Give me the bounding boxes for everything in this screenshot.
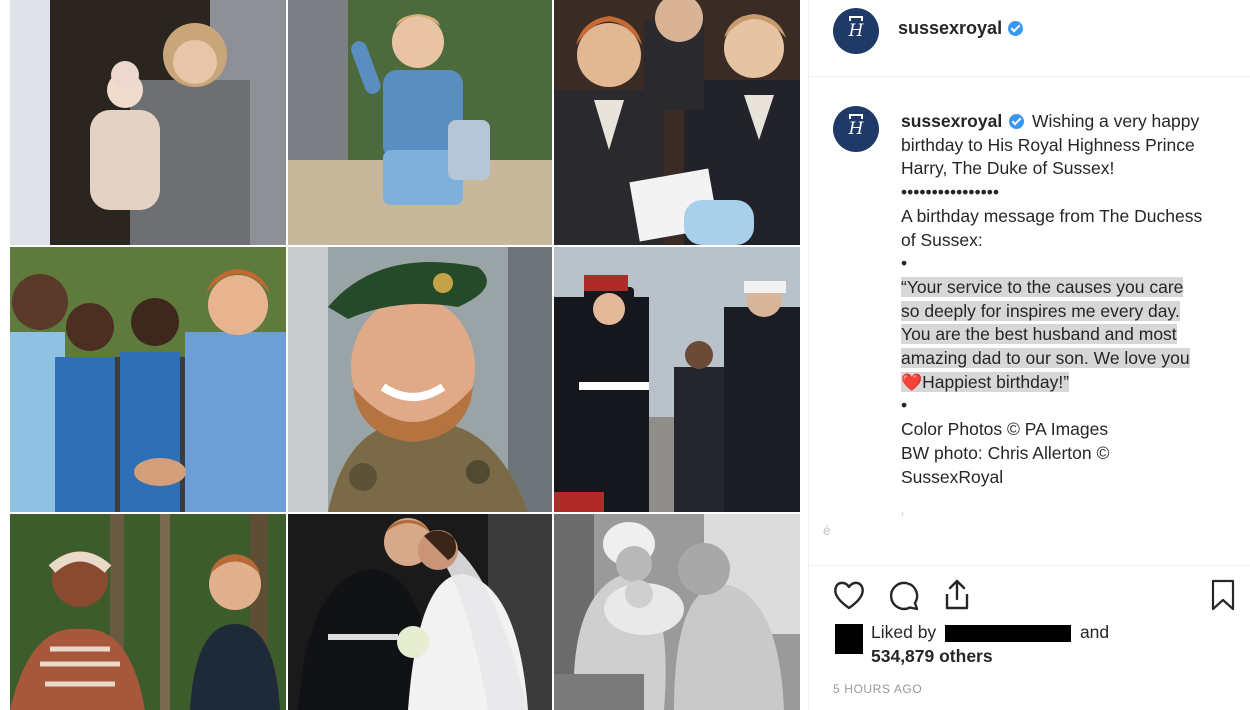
profile-avatar[interactable]: H (833, 8, 879, 54)
photo-wedding-kiss[interactable] (288, 514, 552, 710)
share-button[interactable] (939, 577, 975, 613)
comment-icon (889, 581, 919, 611)
share-icon (945, 579, 969, 610)
caption-line: birthday to His Royal Highness Prince (901, 134, 1195, 155)
caption-line: A birthday message from The Duchess (901, 205, 1203, 226)
photo-bw-family-baby[interactable] (554, 514, 800, 710)
caption-line: Wishing a very happy (1031, 111, 1200, 131)
post-timestamp[interactable]: 5 HOURS AGO (833, 682, 922, 696)
caption-bullet: • (901, 395, 908, 416)
caption-line: Harry, The Duke of Sussex! (901, 158, 1115, 179)
actions-divider (809, 565, 1250, 566)
quote-line: You are the best husband and most (901, 324, 1177, 345)
comment-button[interactable] (885, 577, 921, 613)
post-caption: sussexroyal Wishing a very happy birthda… (901, 110, 1246, 489)
caption-avatar[interactable]: H (833, 106, 879, 152)
post-actions-bar (829, 577, 1241, 613)
quote-line: “Your service to the causes you care (901, 276, 1184, 297)
bookmark-icon (1211, 579, 1235, 611)
crown-icon (849, 16, 863, 21)
header-divider (809, 76, 1250, 77)
avatar-monogram: H (848, 118, 864, 139)
caption-bullet: • (901, 253, 908, 274)
quote-line: so deeply for inspires me every day. (901, 300, 1180, 321)
post-header-username[interactable]: sussexroyal (898, 18, 1024, 39)
liked-and-label: and (1079, 622, 1110, 642)
caption-username[interactable]: sussexroyal (901, 111, 1002, 131)
photo-ceremony-salute[interactable] (554, 247, 800, 512)
liker-name-redacted[interactable] (945, 624, 1072, 642)
caption-separator: •••••••••••••••• (901, 182, 1000, 203)
like-button[interactable] (831, 577, 867, 613)
username-link[interactable]: sussexroyal (898, 18, 1002, 39)
red-heart-emoji-icon: ❤️ (901, 372, 923, 392)
photo-rainforest-meeting[interactable] (10, 514, 286, 710)
photo-green-beret-portrait[interactable] (288, 247, 552, 512)
avatar-monogram: H (848, 20, 864, 41)
photo-boy-waving[interactable] (288, 0, 552, 245)
quote-line: amazing dad to our son. We love you (901, 348, 1190, 369)
post-detail-panel: H sussexroyal H sussexroyal Wishing a ve… (808, 0, 1250, 710)
photo-mother-with-baby[interactable] (10, 0, 286, 245)
liked-by-label: Liked by (871, 622, 937, 642)
credit-line: Color Photos © PA Images (901, 419, 1109, 440)
save-button[interactable] (1205, 577, 1241, 613)
liker-avatar-redacted (835, 624, 863, 654)
photo-collage[interactable] (0, 0, 800, 710)
photo-young-princes-suits[interactable] (554, 0, 800, 245)
likes-count-link[interactable]: 534,879 others (871, 646, 993, 667)
photo-schoolchildren-handshake[interactable] (10, 247, 286, 512)
quote-line: Happiest birthday!” (922, 371, 1070, 392)
faint-mark: é (823, 522, 831, 538)
credit-line: BW photo: Chris Allerton © (901, 442, 1110, 463)
faint-mark: ʼ (901, 510, 905, 526)
caption-line: of Sussex: (901, 229, 983, 250)
credit-line: SussexRoyal (901, 466, 1004, 487)
heart-icon (834, 581, 864, 610)
verified-badge-icon (1009, 114, 1025, 129)
crown-icon (849, 114, 863, 119)
verified-badge-icon (1008, 21, 1024, 36)
